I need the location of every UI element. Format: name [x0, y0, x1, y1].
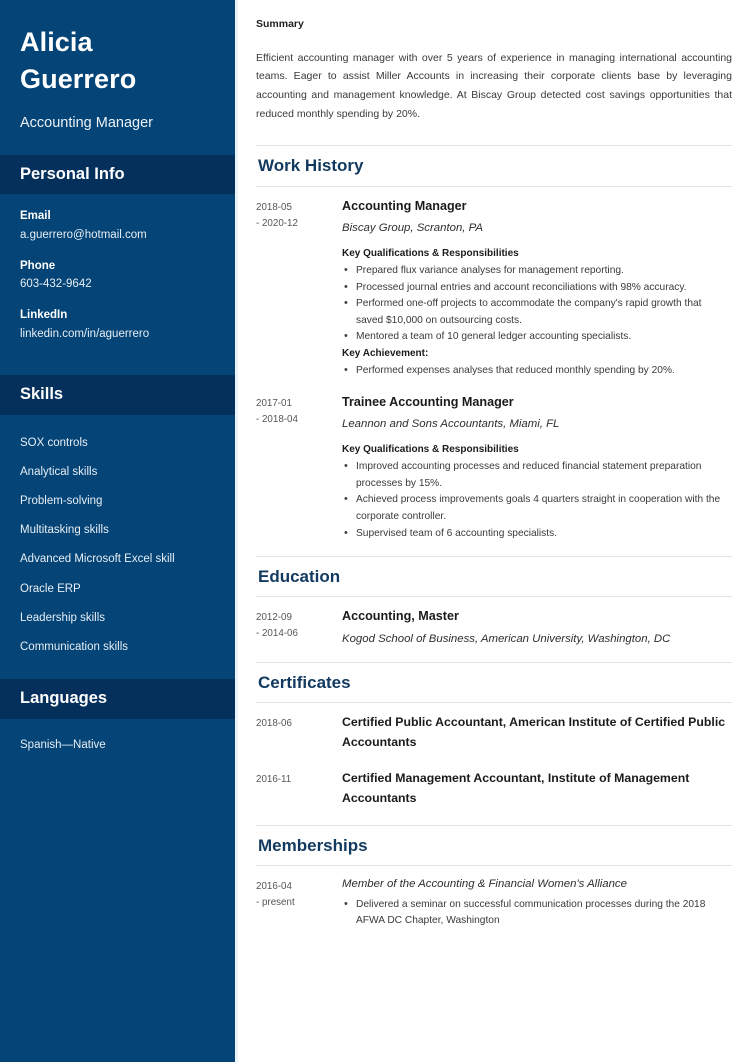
section-memberships: Memberships 2016-04 - present Member of … [256, 824, 732, 930]
work-entry-date-end: - 2018-04 [256, 413, 298, 425]
work-entry-body: Accounting Manager Biscay Group, Scranto… [342, 197, 732, 379]
sidebar-section-skills-body: SOX controls Analytical skills Problem-s… [0, 415, 238, 680]
contact-value-linkedin[interactable]: linkedin.com/in/aguerrero [20, 326, 218, 343]
education-entry-body: Accounting, Master Kogod School of Busin… [342, 607, 732, 651]
candidate-name-block: Alicia Guerrero [0, 0, 238, 104]
membership-entry: 2016-04 - present Member of the Accounti… [256, 876, 732, 930]
section-certificates: Certificates 2018-06 Certified Public Ac… [256, 661, 732, 809]
membership-entry-date-end: - present [256, 896, 295, 908]
work-entry-date-start: 2018-05 [256, 201, 292, 213]
main-content: Summary Efficient accounting manager wit… [238, 0, 750, 1062]
contact-item-email: Email a.guerrero@hotmail.com [20, 208, 218, 244]
certificate-entry-date: 2016-11 [256, 773, 292, 785]
skill-item: Problem-solving [20, 495, 103, 508]
work-entry-date: 2017-01 - 2018-04 [256, 393, 342, 542]
section-work-history: Work History 2018-05 - 2020-12 Accountin… [256, 145, 732, 542]
candidate-last-name: Guerrero [20, 63, 137, 94]
list-item: Prepared flux variance analyses for mana… [342, 262, 730, 280]
list-item: Processed journal entries and account re… [342, 279, 730, 297]
work-entry-achievement-list: Performed expenses analyses that reduced… [342, 362, 730, 380]
sidebar-right-edge [235, 0, 238, 1062]
membership-entry-body: Member of the Accounting & Financial Wom… [342, 876, 732, 930]
sidebar: Alicia Guerrero Accounting Manager Perso… [0, 0, 238, 1062]
work-entry-title: Trainee Accounting Manager [342, 395, 514, 410]
contact-label-phone: Phone [20, 259, 56, 272]
candidate-first-name: Alicia [20, 27, 93, 57]
list-item: Performed expenses analyses that reduced… [342, 362, 730, 380]
work-entry-quals-list: Improved accounting processes and reduce… [342, 458, 730, 543]
work-entry: 2017-01 - 2018-04 Trainee Accounting Man… [256, 393, 732, 542]
summary-label: Summary [256, 18, 304, 30]
certificate-entry: 2018-06 Certified Public Accountant, Ame… [256, 713, 732, 753]
contact-label-linkedin: LinkedIn [20, 309, 68, 322]
skill-item: Oracle ERP [20, 582, 81, 595]
work-entry-title: Accounting Manager [342, 198, 467, 213]
work-entry-date-end: - 2020-12 [256, 217, 298, 229]
contact-label-email: Email [20, 210, 51, 223]
work-entry-organization: Biscay Group, Scranton, PA [342, 221, 483, 234]
work-entry: 2018-05 - 2020-12 Accounting Manager Bis… [256, 197, 732, 379]
work-entry-achievement-label: Key Achievement: [342, 347, 429, 359]
resume-page: Alicia Guerrero Accounting Manager Perso… [0, 0, 750, 1062]
list-item: Supervised team of 6 accounting speciali… [342, 525, 730, 543]
contact-value-phone[interactable]: 603-432-9642 [20, 276, 218, 293]
skill-item: Advanced Microsoft Excel skill [20, 553, 175, 566]
skill-item: Multitasking skills [20, 524, 109, 537]
education-entry: 2012-09 - 2014-06 Accounting, Master Kog… [256, 607, 732, 651]
work-entry-organization: Leannon and Sons Accountants, Miami, FL [342, 418, 560, 431]
work-entry-body: Trainee Accounting Manager Leannon and S… [342, 393, 732, 542]
skill-item: Communication skills [20, 640, 129, 653]
section-education: Education 2012-09 - 2014-06 Accounting, … [256, 556, 732, 652]
certificate-entry: 2016-11 Certified Management Accountant,… [256, 769, 732, 809]
membership-entry-date-start: 2016-04 [256, 880, 292, 892]
contact-item-phone: Phone 603-432-9642 [20, 258, 218, 294]
certificate-entry-body: Certified Management Accountant, Institu… [342, 769, 732, 809]
education-entry-institution: Kogod School of Business, American Unive… [342, 632, 671, 645]
sidebar-section-personal-info-body: Email a.guerrero@hotmail.com Phone 603-4… [0, 194, 238, 375]
skill-item: Leadership skills [20, 611, 106, 624]
list-item: Delivered a seminar on successful commun… [342, 896, 730, 930]
skill-item: Analytical skills [20, 466, 98, 479]
membership-entry-title: Member of the Accounting & Financial Wom… [342, 877, 627, 890]
work-entry-quals-label: Key Qualifications & Responsibilities [342, 248, 519, 259]
certificate-entry-body: Certified Public Accountant, American In… [342, 713, 732, 753]
list-item: Mentored a team of 10 general ledger acc… [342, 328, 730, 346]
sidebar-section-languages-heading: Languages [0, 679, 238, 719]
contact-value-email[interactable]: a.guerrero@hotmail.com [20, 227, 218, 244]
membership-entry-date: 2016-04 - present [256, 876, 342, 930]
work-entry-date-start: 2017-01 [256, 398, 292, 410]
work-entry-date: 2018-05 - 2020-12 [256, 197, 342, 379]
candidate-job-title: Accounting Manager [20, 114, 153, 131]
contact-item-linkedin: LinkedIn linkedin.com/in/aguerrero [20, 307, 218, 343]
education-entry-date: 2012-09 - 2014-06 [256, 607, 342, 651]
education-entry-date-start: 2012-09 [256, 612, 292, 624]
section-title-memberships: Memberships [256, 824, 732, 866]
section-title-work-history: Work History [256, 145, 732, 187]
sidebar-section-languages-body: Spanish—Native [0, 719, 238, 769]
certificate-entry-title: Certified Public Accountant, American In… [342, 714, 726, 749]
summary-text: Efficient accounting manager with over 5… [256, 51, 732, 120]
list-item: Performed one-off projects to accommodat… [342, 295, 730, 329]
language-item: Spanish—Native [20, 738, 106, 751]
sidebar-section-skills-heading: Skills [0, 374, 238, 415]
section-title-education: Education [256, 556, 732, 598]
education-entry-date-end: - 2014-06 [256, 628, 298, 640]
work-entry-quals-label: Key Qualifications & Responsibilities [342, 444, 519, 456]
list-item: Achieved process improvements goals 4 qu… [342, 491, 730, 525]
membership-entry-bullets: Delivered a seminar on successful commun… [342, 896, 730, 930]
certificate-entry-date: 2018-06 [256, 717, 292, 729]
list-item: Improved accounting processes and reduce… [342, 458, 730, 492]
skill-item: SOX controls [20, 437, 88, 450]
sidebar-section-personal-info-heading: Personal Info [0, 154, 238, 195]
certificate-entry-title: Certified Management Accountant, Institu… [342, 770, 690, 805]
section-title-certificates: Certificates [256, 661, 732, 703]
education-entry-title: Accounting, Master [342, 609, 459, 624]
work-entry-quals-list: Prepared flux variance analyses for mana… [342, 262, 730, 346]
